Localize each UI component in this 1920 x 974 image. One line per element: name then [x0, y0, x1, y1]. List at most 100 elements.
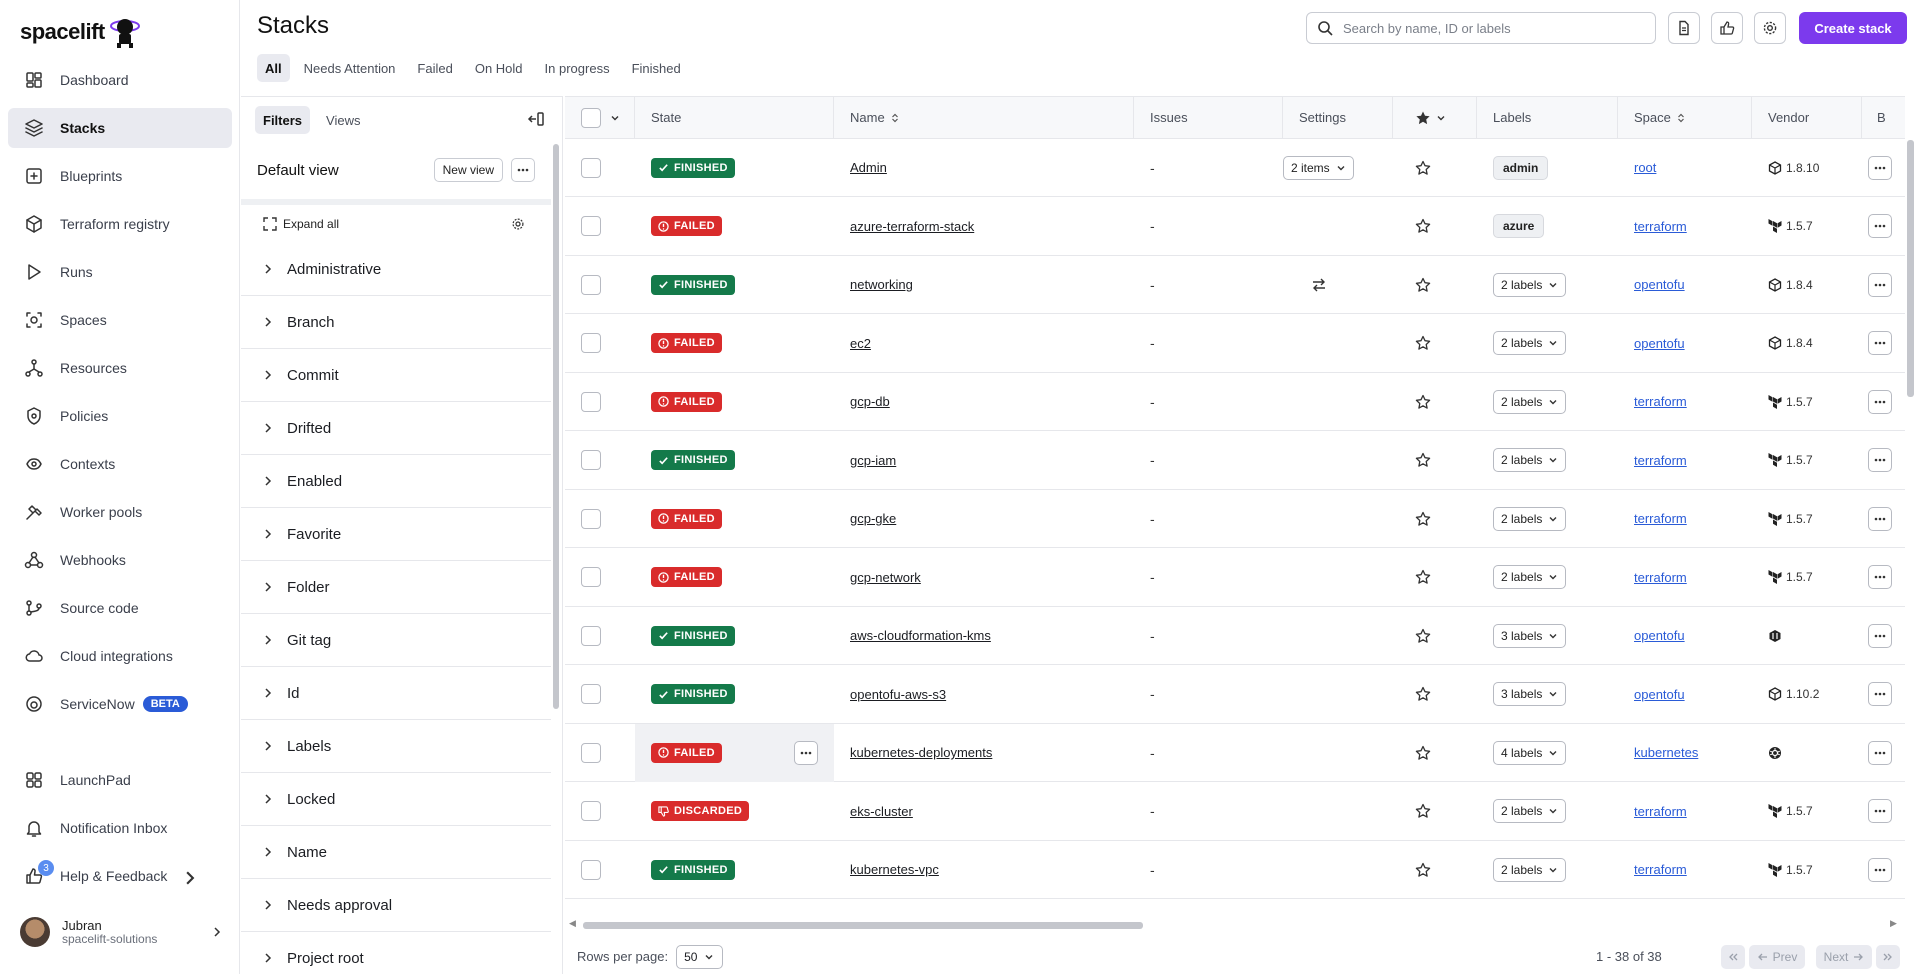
table-row[interactable]: FINISHED kubernetes-vpc - 2 labels terraform… [565, 841, 1905, 899]
row-actions-button[interactable] [1868, 623, 1892, 648]
collapse-panel-icon[interactable] [526, 109, 546, 129]
row-checkbox[interactable] [581, 801, 601, 821]
table-row[interactable]: FAILED gcp-db - 2 labels terraform 1.5.7 [565, 373, 1905, 431]
spacelift-logo[interactable]: spacelift [20, 12, 141, 52]
row-checkbox[interactable] [581, 216, 601, 236]
sidebar-item-webhooks[interactable]: Webhooks [8, 540, 232, 580]
space-link[interactable]: terraform [1634, 453, 1687, 468]
sidebar-item-servicenow[interactable]: ServiceNow BETA [8, 684, 232, 724]
scroll-right-arrow[interactable]: ▶ [1890, 918, 1897, 929]
row-actions-button[interactable] [1868, 565, 1892, 589]
column-settings[interactable]: Settings [1283, 97, 1393, 139]
labels-dropdown[interactable]: 2 labels [1493, 857, 1567, 882]
star-outline-icon[interactable] [1415, 277, 1431, 293]
row-checkbox[interactable] [581, 742, 601, 763]
space-link[interactable]: kubernetes [1634, 745, 1698, 760]
first-page-button[interactable] [1721, 944, 1745, 969]
space-link[interactable]: terraform [1634, 862, 1687, 877]
select-all-header[interactable] [565, 97, 635, 139]
space-link[interactable]: opentofu [1634, 628, 1685, 643]
sidebar-item-spaces[interactable]: Spaces [8, 300, 232, 340]
column-vendor[interactable]: Vendor [1752, 97, 1862, 139]
column-favorite[interactable] [1393, 97, 1477, 139]
tab-views[interactable]: Views [318, 106, 368, 134]
next-page-button[interactable]: Next [1816, 944, 1872, 969]
row-checkbox[interactable] [581, 157, 601, 178]
filter-administrative[interactable]: Administrative [241, 243, 551, 296]
column-space[interactable]: Space [1618, 97, 1752, 139]
search-box[interactable] [1306, 12, 1656, 44]
search-input[interactable] [1343, 20, 1643, 36]
stack-name-link[interactable]: eks-cluster [850, 804, 913, 819]
create-stack-button[interactable]: Create stack [1799, 12, 1907, 44]
row-actions-button[interactable] [1868, 857, 1892, 882]
expand-all-button[interactable]: Expand all [241, 205, 551, 243]
table-row[interactable]: DISCARDED eks-cluster - 2 labels terraform 1.… [565, 783, 1905, 841]
new-view-button[interactable]: New view [433, 158, 503, 182]
settings-button[interactable] [1754, 12, 1786, 44]
sidebar-item-stacks[interactable]: Stacks [8, 108, 232, 148]
sidebar-item-runs[interactable]: Runs [8, 252, 232, 292]
column-issues[interactable]: Issues [1134, 97, 1283, 139]
view-options-button[interactable] [511, 158, 535, 182]
user-menu[interactable]: Jubran spacelift-solutions [20, 914, 224, 950]
row-actions-button[interactable] [1868, 740, 1892, 765]
space-link[interactable]: terraform [1634, 219, 1687, 234]
star-outline-icon[interactable] [1415, 745, 1431, 761]
star-outline-icon[interactable] [1415, 803, 1431, 819]
prev-page-button[interactable]: Prev [1749, 944, 1805, 969]
labels-dropdown[interactable]: 3 labels [1493, 623, 1567, 648]
filter-git-tag[interactable]: Git tag [241, 614, 551, 667]
row-actions-button[interactable] [1868, 506, 1892, 531]
table-row[interactable]: FAILED ec2 - 2 labels opentofu 1.8.4 [565, 315, 1905, 373]
sidebar-item-contexts[interactable]: Contexts [8, 444, 232, 484]
tab-failed[interactable]: Failed [409, 54, 460, 82]
sidebar-item-dashboard[interactable]: Dashboard [8, 60, 232, 100]
table-row[interactable]: FINISHED gcp-iam - 2 labels terraform 1.5.7 [565, 432, 1905, 490]
filter-drifted[interactable]: Drifted [241, 402, 551, 455]
stack-name-link[interactable]: opentofu-aws-s3 [850, 687, 946, 702]
sidebar-item-notification-inbox[interactable]: Notification Inbox [8, 808, 232, 848]
row-actions-button[interactable] [1868, 389, 1892, 414]
tab-in-progress[interactable]: In progress [537, 54, 618, 82]
filter-id[interactable]: Id [241, 667, 551, 720]
table-horizontal-scrollbar[interactable] [583, 922, 1143, 929]
row-actions-button[interactable] [1868, 448, 1892, 472]
tab-needs-attention[interactable]: Needs Attention [296, 54, 404, 82]
last-page-button[interactable] [1876, 944, 1900, 969]
filter-commit[interactable]: Commit [241, 349, 551, 402]
star-outline-icon[interactable] [1415, 218, 1431, 234]
table-row[interactable]: FINISHED Admin - 2 items admin root 1.8.10 [565, 139, 1905, 197]
row-actions-button[interactable] [1868, 799, 1892, 823]
settings-dropdown[interactable]: 2 items [1283, 155, 1354, 180]
star-outline-icon[interactable] [1415, 160, 1431, 176]
labels-dropdown[interactable]: 2 labels [1493, 272, 1567, 297]
scroll-left-arrow[interactable]: ◀ [569, 918, 576, 929]
labels-dropdown[interactable]: 2 labels [1493, 799, 1567, 823]
stack-name-link[interactable]: kubernetes-vpc [850, 862, 939, 877]
row-checkbox[interactable] [581, 684, 601, 704]
labels-dropdown[interactable]: 4 labels [1493, 740, 1567, 765]
sidebar-item-help-feedback[interactable]: Help & Feedback 3 [8, 856, 232, 896]
column-extra[interactable]: B [1862, 97, 1905, 139]
stack-name-link[interactable]: gcp-iam [850, 453, 896, 468]
star-outline-icon[interactable] [1415, 628, 1431, 644]
sidebar-item-cloud-integrations[interactable]: Cloud integrations [8, 636, 232, 676]
filter-favorite[interactable]: Favorite [241, 508, 551, 561]
space-link[interactable]: terraform [1634, 394, 1687, 409]
select-all-checkbox[interactable] [581, 107, 601, 128]
table-row[interactable]: FAILED gcp-gke - 2 labels terraform 1.5.7 [565, 490, 1905, 548]
star-outline-icon[interactable] [1415, 511, 1431, 527]
table-row[interactable]: FINISHED aws-cloudformation-kms - 3 labels o… [565, 607, 1905, 665]
space-link[interactable]: root [1634, 160, 1656, 175]
stack-name-link[interactable]: gcp-db [850, 394, 890, 409]
filter-locked[interactable]: Locked [241, 773, 551, 826]
tab-all[interactable]: All [257, 54, 290, 82]
row-checkbox[interactable] [581, 625, 601, 646]
row-checkbox[interactable] [581, 391, 601, 412]
stack-name-link[interactable]: gcp-network [850, 570, 921, 585]
table-row[interactable]: FINISHED networking - 2 labels opentofu 1.8.4 [565, 256, 1905, 314]
stack-name-link[interactable]: aws-cloudformation-kms [850, 628, 991, 643]
space-link[interactable]: opentofu [1634, 687, 1685, 702]
labels-dropdown[interactable]: 3 labels [1493, 682, 1567, 706]
